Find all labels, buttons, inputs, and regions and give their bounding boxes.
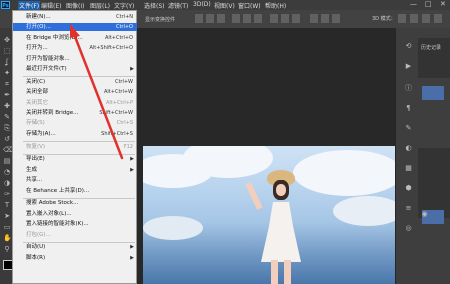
annotation-arrow — [70, 24, 124, 160]
